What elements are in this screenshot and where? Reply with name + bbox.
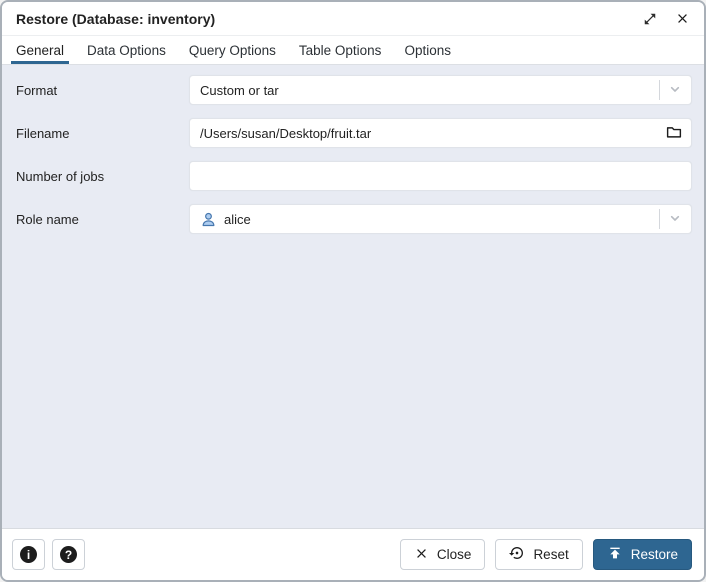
reset-button[interactable]: Reset [495,539,582,570]
dialog-titlebar: Restore (Database: inventory) [2,2,704,36]
filename-label: Filename [16,126,189,141]
tab-general[interactable]: General [11,36,69,64]
tab-data-options[interactable]: Data Options [82,36,171,64]
folder-icon [665,123,683,144]
tab-options[interactable]: Options [399,36,456,64]
info-icon: i [20,546,37,563]
role-name-label: Role name [16,212,189,227]
restore-button[interactable]: Restore [593,539,692,570]
number-of-jobs-row: Number of jobs [16,161,692,191]
expand-icon[interactable] [643,12,657,26]
number-of-jobs-label: Number of jobs [16,169,189,184]
format-label: Format [16,83,189,98]
tab-query-options[interactable]: Query Options [184,36,281,64]
user-icon [200,211,217,228]
number-of-jobs-field [189,161,692,191]
format-select[interactable]: Custom or tar [189,75,692,105]
role-name-row: Role name alice [16,204,692,234]
help-icon: ? [60,546,77,563]
filename-input[interactable] [200,119,665,147]
tab-table-options[interactable]: Table Options [294,36,387,64]
filename-field [189,118,692,148]
help-button[interactable]: ? [52,539,85,570]
select-separator [659,80,660,100]
format-row: Format Custom or tar [16,75,692,105]
close-button[interactable]: Close [400,539,486,570]
restore-button-label: Restore [631,547,678,562]
chevron-down-icon[interactable] [667,81,683,100]
browse-file-button[interactable] [665,123,683,144]
filename-row: Filename [16,118,692,148]
select-separator [659,209,660,229]
general-tab-panel: Format Custom or tar Filename [2,65,704,528]
number-of-jobs-input[interactable] [200,162,683,190]
backup-restore-icon [509,545,525,564]
dialog-title: Restore (Database: inventory) [16,11,215,27]
close-icon[interactable] [675,11,690,26]
dialog-footer: i ? Close Reset [2,528,704,580]
close-button-label: Close [437,547,472,562]
close-x-icon [414,546,429,564]
role-name-value: alice [224,212,659,227]
format-select-value: Custom or tar [200,83,659,98]
chevron-down-icon[interactable] [667,210,683,229]
reset-button-label: Reset [533,547,568,562]
restore-dialog: Restore (Database: inventory) General Da… [0,0,706,582]
dialog-tabbar: General Data Options Query Options Table… [2,36,704,65]
role-name-select[interactable]: alice [189,204,692,234]
restore-upload-icon [607,545,623,564]
info-button[interactable]: i [12,539,45,570]
